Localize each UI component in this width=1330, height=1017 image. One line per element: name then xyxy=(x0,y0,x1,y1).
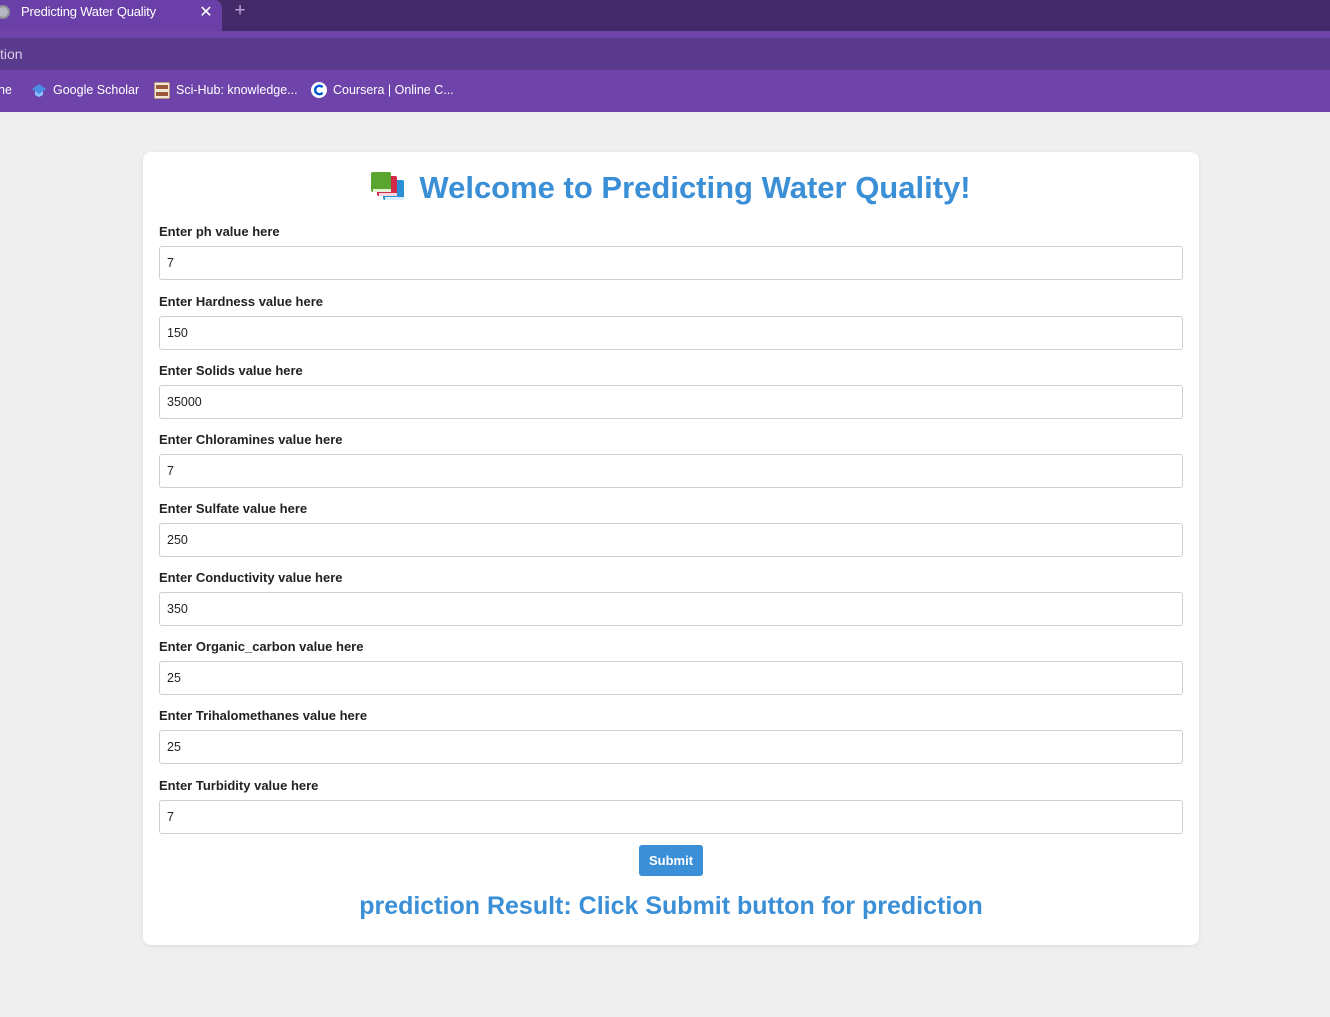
prediction-result: prediction Result: Click Submit button f… xyxy=(143,892,1199,921)
field-label: Enter Conductivity value here xyxy=(159,570,343,585)
field-label: Enter Trihalomethanes value here xyxy=(159,708,368,723)
page-title-row: Welcome to Predicting Water Quality! xyxy=(143,170,1199,210)
field-input[interactable] xyxy=(159,800,1183,834)
close-icon[interactable]: ✕ xyxy=(199,2,213,22)
books-icon xyxy=(371,170,405,210)
field-input[interactable] xyxy=(159,592,1183,626)
field-label: Enter Turbidity value here xyxy=(159,778,319,793)
field-label: Enter Sulfate value here xyxy=(159,501,308,516)
prediction-form-card: Welcome to Predicting Water Quality! Ent… xyxy=(143,152,1199,945)
browser-toolbar: tion xyxy=(0,31,1330,71)
bookmark-google-scholar[interactable]: Google Scholar xyxy=(53,83,139,97)
browser-tab[interactable]: Predicting Water Quality ✕ xyxy=(0,0,222,31)
result-value: Click Submit button for prediction xyxy=(578,892,983,920)
bookmark-sci-hub[interactable]: Sci-Hub: knowledge... xyxy=(176,83,298,97)
field-input[interactable] xyxy=(159,385,1183,419)
bookmarks-bar: ne Google Scholar Sci-Hub: knowledge... … xyxy=(0,71,1330,112)
bookmark-item[interactable]: ne xyxy=(0,83,12,97)
field-label: Enter Solids value here xyxy=(159,363,303,378)
field-label: Enter Organic_carbon value here xyxy=(159,639,364,654)
globe-icon xyxy=(0,5,10,19)
field-input[interactable] xyxy=(159,523,1183,557)
coursera-logo-icon xyxy=(311,82,327,103)
field-label: Enter Hardness value here xyxy=(159,294,324,309)
page-title: Welcome to Predicting Water Quality! xyxy=(419,170,971,205)
address-text: tion xyxy=(0,46,23,62)
field-label: Enter Chloramines value here xyxy=(159,432,343,447)
graduation-cap-icon xyxy=(31,82,47,103)
address-bar[interactable]: tion xyxy=(0,38,1330,70)
field-input[interactable] xyxy=(159,316,1183,350)
submit-button[interactable]: Submit xyxy=(639,845,703,876)
scihub-logo-icon xyxy=(153,81,171,104)
bookmark-coursera[interactable]: Coursera | Online C... xyxy=(333,83,454,97)
field-input[interactable] xyxy=(159,661,1183,695)
field-label: Enter ph value here xyxy=(159,224,280,239)
field-input[interactable] xyxy=(159,246,1183,280)
field-input[interactable] xyxy=(159,454,1183,488)
new-tab-button[interactable]: + xyxy=(232,0,248,22)
field-input[interactable] xyxy=(159,730,1183,764)
tab-title: Predicting Water Quality xyxy=(21,4,156,19)
result-label: prediction Result: xyxy=(359,892,579,920)
browser-tabstrip: Predicting Water Quality ✕ + xyxy=(0,0,1330,31)
